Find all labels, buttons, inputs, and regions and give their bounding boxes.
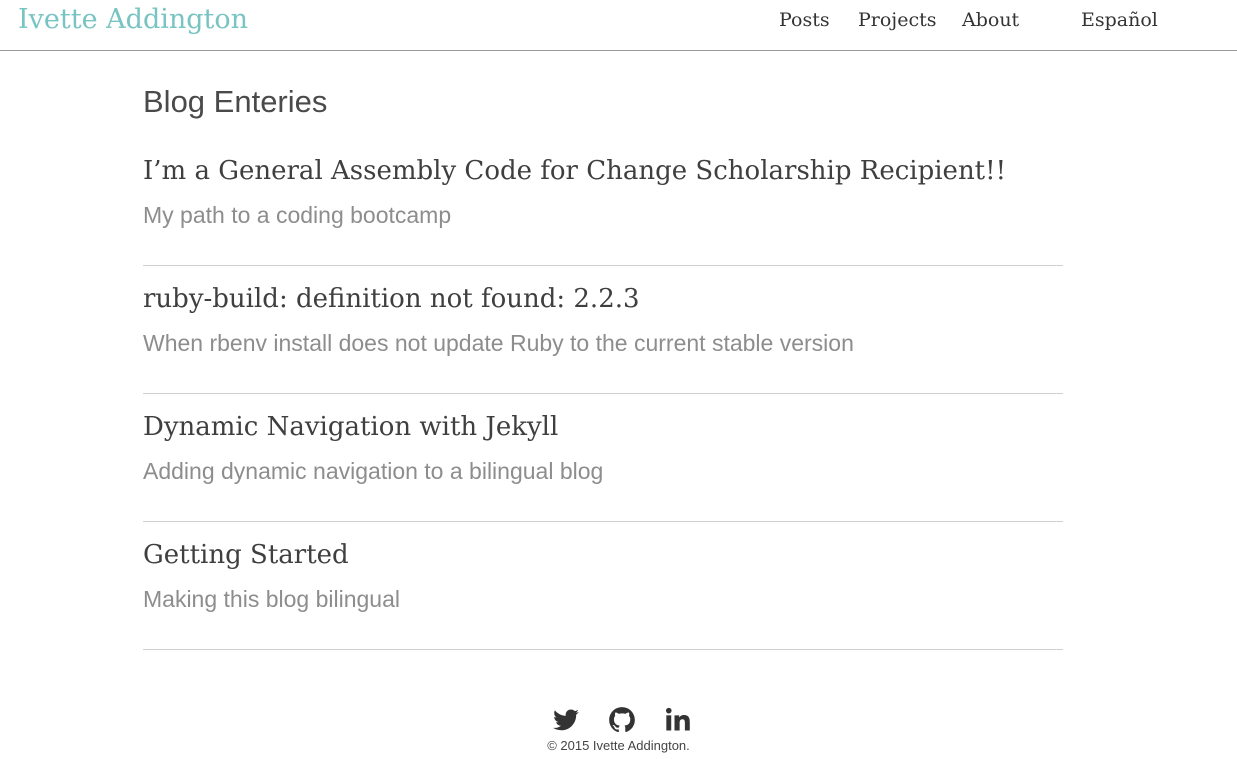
post-subtitle: My path to a coding bootcamp: [143, 202, 452, 228]
post-title-link[interactable]: ruby-build: definition not found: 2.2.3: [143, 284, 640, 314]
nav-projects-link[interactable]: Projects: [858, 9, 936, 31]
post-subtitle: When rbenv install does not update Ruby …: [143, 330, 854, 356]
github-link[interactable]: [608, 706, 636, 734]
brand-link[interactable]: Ivette Addington: [18, 4, 248, 35]
post-item: ruby-build: definition not found: 2.2.3 …: [143, 266, 1063, 394]
post-subtitle: Adding dynamic navigation to a bilingual…: [143, 458, 604, 484]
post-title-link[interactable]: Dynamic Navigation with Jekyll: [143, 412, 558, 442]
page-title: Blog Enteries: [143, 84, 328, 119]
nav-about-link[interactable]: About: [962, 9, 1019, 31]
social-links: [0, 704, 1237, 736]
top-navbar: Ivette Addington Posts Projects About Es…: [0, 0, 1237, 51]
language-toggle-link[interactable]: Español: [1081, 9, 1158, 31]
post-item: Getting Started Making this blog bilingu…: [143, 522, 1063, 650]
page-footer: © 2015 Ivette Addington.: [0, 704, 1237, 753]
copyright-text: © 2015 Ivette Addington.: [547, 738, 690, 753]
post-title-link[interactable]: Getting Started: [143, 540, 349, 570]
twitter-icon: [552, 709, 579, 731]
nav-posts-link[interactable]: Posts: [779, 9, 830, 31]
post-item: I’m a General Assembly Code for Change S…: [143, 138, 1063, 266]
linkedin-link[interactable]: [664, 706, 692, 734]
post-list: I’m a General Assembly Code for Change S…: [143, 138, 1063, 650]
github-icon: [608, 707, 635, 733]
linkedin-icon: [665, 707, 690, 731]
post-item: Dynamic Navigation with Jekyll Adding dy…: [143, 394, 1063, 522]
post-title-link[interactable]: I’m a General Assembly Code for Change S…: [143, 156, 1006, 186]
twitter-link[interactable]: [552, 706, 580, 734]
post-subtitle: Making this blog bilingual: [143, 586, 400, 612]
